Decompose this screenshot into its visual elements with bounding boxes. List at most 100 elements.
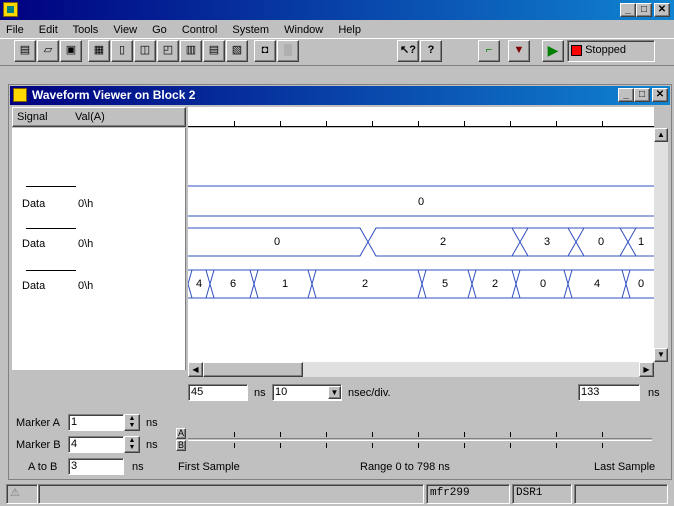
stop-icon[interactable]: Stopped (567, 40, 655, 62)
atob-field[interactable]: 3 (68, 458, 124, 475)
scroll-left-button[interactable]: ◀ (188, 362, 203, 377)
module3-tool-icon[interactable]: ▧ (226, 40, 248, 62)
wave-value-label: 2 (362, 278, 369, 290)
run-status-text: Stopped (585, 44, 627, 57)
signal-value: 0\h (78, 238, 94, 250)
scroll-right-button[interactable]: ▶ (639, 362, 654, 377)
waveform-minimize-button[interactable]: _ (618, 88, 634, 102)
last-sample-label: Last Sample (594, 461, 656, 473)
warning-icon: ⚠ (10, 487, 20, 499)
menu-tools[interactable]: Tools (73, 24, 99, 36)
wave-value-label: 3 (544, 236, 551, 248)
horizontal-scrollbar[interactable]: ◀ ▶ (188, 362, 654, 377)
menu-edit[interactable]: Edit (39, 24, 58, 36)
status-warning-panel: ⚠ (6, 484, 38, 504)
run-icon[interactable]: ▶ (542, 40, 564, 62)
marker-b-field[interactable]: 4 (68, 436, 124, 453)
block-tool-icon[interactable]: ▯ (111, 40, 133, 62)
wave-value-label: 4 (594, 278, 601, 290)
menu-window[interactable]: Window (284, 24, 323, 36)
module2-tool-icon[interactable]: ▤ (203, 40, 225, 62)
marker-b-label: Marker B (16, 439, 61, 451)
marker-a-unit: ns (146, 417, 158, 429)
probe-icon[interactable]: ⌐ (478, 40, 500, 62)
signal-header-label: Signal (17, 111, 48, 123)
marker-a-label: Marker A (16, 417, 61, 429)
menu-go[interactable]: Go (152, 24, 167, 36)
wave-value-label: 2 (440, 236, 447, 248)
help-icon[interactable]: ? (420, 40, 442, 62)
waveform-canvas (188, 185, 654, 299)
menu-view[interactable]: View (113, 24, 137, 36)
div-select-arrow[interactable]: ▼ (328, 386, 341, 399)
open-folder-icon[interactable]: ▱ (37, 40, 59, 62)
time-ruler (188, 107, 654, 127)
marker-b-spinner[interactable]: ▲ ▼ (124, 436, 140, 453)
menu-system[interactable]: System (232, 24, 269, 36)
minimize-button[interactable]: _ (620, 3, 636, 17)
menu-control[interactable]: Control (182, 24, 217, 36)
wave-value-label: 1 (638, 236, 645, 248)
module4-tool-icon[interactable]: ◘ (254, 40, 276, 62)
wave-value-label: 4 (196, 278, 203, 290)
start-time-unit: ns (254, 387, 266, 399)
stop-square-icon (571, 44, 582, 56)
scroll-thumb[interactable] (203, 362, 303, 377)
context-help-icon[interactable]: ↖? (397, 40, 419, 62)
end-time-field[interactable]: 133 (578, 384, 640, 401)
end-time-unit: ns (648, 387, 660, 399)
val-header-label: Val(A) (75, 111, 105, 123)
wave-value-label: 5 (442, 278, 449, 290)
start-time-field[interactable]: 45 (188, 384, 248, 401)
marker-a-field[interactable]: 1 (68, 414, 124, 431)
scroll-up-button[interactable]: ▲ (654, 128, 668, 142)
status-field-1: mfr299 (426, 484, 510, 504)
status-empty-panel (574, 484, 668, 504)
first-sample-label: First Sample (178, 461, 240, 473)
maximize-button[interactable]: □ (636, 3, 652, 17)
marker-a-spinner[interactable]: ▲ ▼ (124, 414, 140, 431)
marker-a-flag[interactable]: A (176, 428, 186, 439)
waveform-pane[interactable]: 0 0 2 3 0 1 4 6 1 2 5 2 0 4 0 (188, 128, 654, 362)
signal-name[interactable]: Data (22, 280, 45, 292)
status-message-panel (38, 484, 424, 504)
atob-label: A to B (28, 461, 58, 473)
grid-tool-icon[interactable]: ▦ (88, 40, 110, 62)
new-doc-icon[interactable]: ▤ (14, 40, 36, 62)
signal-value: 0\h (78, 280, 94, 292)
app-title-bar: _ □ ✕ (0, 0, 674, 20)
signal-name[interactable]: Data (22, 238, 45, 250)
div-unit-label: nsec/div. (348, 387, 391, 399)
save-disk-icon[interactable]: ▣ (60, 40, 82, 62)
close-button[interactable]: ✕ (654, 3, 670, 17)
vertical-scrollbar[interactable]: ▲ ▼ (654, 128, 668, 362)
app-icon[interactable] (3, 2, 18, 17)
wave-value-label: 0 (540, 278, 547, 290)
range-label: Range 0 to 798 ns (360, 461, 450, 473)
status-field-2: DSR1 (512, 484, 572, 504)
wave-value-label: 0 (598, 236, 605, 248)
module-tool-icon[interactable]: ▥ (180, 40, 202, 62)
waveform-title-bar: Waveform Viewer on Block 2 _ □ ✕ (10, 86, 670, 105)
atob-unit: ns (132, 461, 144, 473)
menu-file[interactable]: File (6, 24, 24, 36)
panel-tool-icon[interactable]: ◰ (157, 40, 179, 62)
scroll-down-button[interactable]: ▼ (654, 348, 668, 362)
waveform-maximize-button[interactable]: □ (634, 88, 650, 102)
wave-value-label: 2 (492, 278, 499, 290)
wave-value-label: 0 (418, 196, 425, 208)
wave-value-label: 0 (638, 278, 645, 290)
signal-column-header[interactable]: Signal Val(A) (12, 107, 186, 127)
wave-value-label: 1 (282, 278, 289, 290)
wave-value-label: 0 (274, 236, 281, 248)
chart-tool-icon[interactable]: ◫ (134, 40, 156, 62)
overview-track[interactable]: A B (176, 424, 654, 454)
wave-value-label: 6 (230, 278, 237, 290)
signal-name[interactable]: Data (22, 198, 45, 210)
menu-help[interactable]: Help (338, 24, 361, 36)
download-icon[interactable]: ▼ (508, 40, 530, 62)
waveform-window-icon[interactable] (13, 88, 27, 102)
signal-list-pane: Data 0\h Data 0\h Data 0\h (12, 128, 186, 370)
marker-b-flag[interactable]: B (176, 440, 186, 451)
waveform-close-button[interactable]: ✕ (652, 88, 668, 102)
